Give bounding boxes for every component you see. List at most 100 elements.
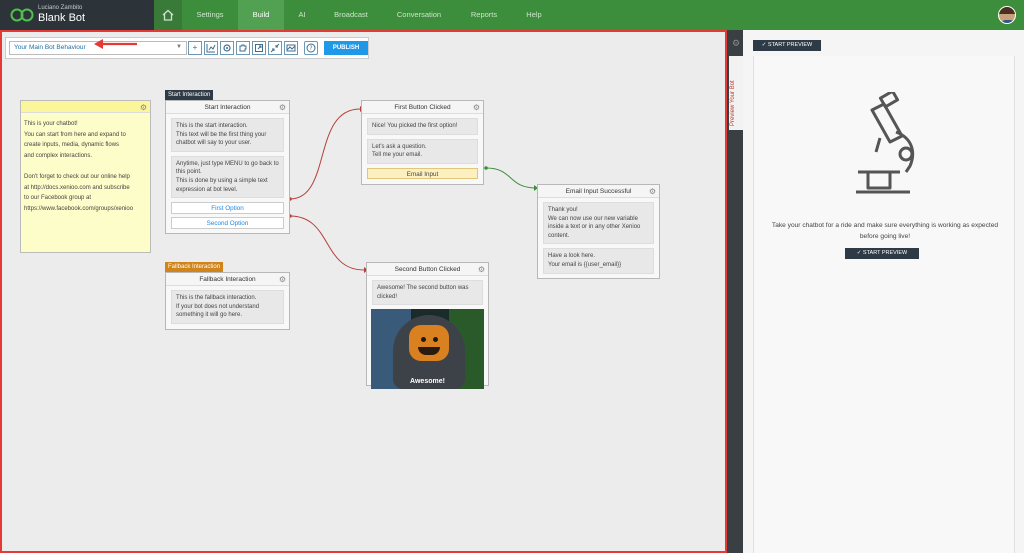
compress-icon (270, 43, 280, 53)
link-email-input (485, 167, 538, 189)
link-first-option (289, 108, 361, 200)
text-message[interactable]: Awesome! The second button was clicked! (372, 280, 483, 306)
preview-area: Take your chatbot for a ride and make su… (753, 56, 1015, 553)
avatar-shirt (1000, 20, 1015, 23)
nav-build[interactable]: Build (238, 0, 284, 30)
card-title: Second Button Clicked (394, 266, 461, 273)
fallback-interaction-card[interactable]: Fallback Interaction ⚙ This is the fallb… (165, 272, 290, 330)
card-header: Fallback Interaction ⚙ (166, 273, 289, 286)
top-nav: Luciano Zambito Blank Bot Settings Build… (0, 0, 1024, 30)
note-line-6: Don't forget to check out our online hel… (24, 173, 130, 180)
text-message[interactable]: This is the start interaction. This text… (171, 118, 284, 152)
gear-icon[interactable]: ⚙ (473, 101, 480, 114)
start-preview-label: START PREVIEW (767, 42, 813, 48)
build-toolbar: Your Main Bot Behaviour ▼ + ? PUBLISH (5, 37, 369, 59)
brand[interactable]: Luciano Zambito Blank Bot (0, 0, 154, 30)
start-preview-button[interactable]: ✓ START PREVIEW (845, 248, 919, 259)
svg-text:?: ? (309, 45, 312, 52)
start-interaction-card[interactable]: Start Interaction ⚙ This is the start in… (165, 100, 290, 235)
first-button-clicked-card[interactable]: First Button Clicked ⚙ Nice! You picked … (361, 100, 484, 185)
chart-button[interactable] (204, 41, 218, 55)
preview-tab-label: Preview Your Bot (730, 80, 736, 126)
preview-your-bot-tab[interactable]: Preview Your Bot (729, 56, 743, 130)
chevron-down-icon: ▼ (176, 44, 182, 50)
card-title: Email Input Successful (565, 188, 632, 195)
gear-icon[interactable]: ⚙ (279, 273, 286, 286)
plus-icon: + (192, 43, 198, 52)
nav-home-button[interactable] (154, 0, 182, 30)
nav-help[interactable]: Help (512, 0, 556, 30)
behaviour-select-value: Your Main Bot Behaviour (14, 44, 86, 51)
settings-button[interactable] (220, 41, 234, 55)
plugins-button[interactable] (236, 41, 250, 55)
text-message[interactable]: Thank you! We can now use our new variab… (543, 202, 654, 245)
note-line-3: create inputs, media, dynamic flows (24, 142, 120, 149)
nav-broadcast[interactable]: Broadcast (320, 0, 382, 30)
text-message[interactable]: Have a look here. Your email is {{user_e… (543, 248, 654, 274)
help-icon: ? (306, 43, 316, 53)
user-avatar[interactable] (998, 6, 1016, 24)
welcome-note[interactable]: ⚙ This is your chatbot! You can start fr… (20, 100, 151, 253)
gear-icon (223, 44, 231, 52)
nav-settings[interactable]: Settings (182, 0, 238, 30)
home-icon (162, 9, 174, 21)
first-option-button[interactable]: First Option (171, 202, 284, 215)
gear-icon[interactable]: ⚙ (279, 101, 286, 114)
text-message[interactable]: Nice! You picked the first option! (367, 118, 478, 135)
publish-button[interactable]: PUBLISH (324, 41, 368, 55)
start-interaction-tag: Start Interaction (165, 90, 214, 100)
gif-caption: Awesome! (410, 378, 445, 386)
fallback-interaction-tag: Fallback Interaction (165, 262, 224, 272)
note-line-5 (24, 161, 147, 172)
note-line-2: You can start from here and expand to (24, 131, 126, 138)
avatar-hair (999, 7, 1015, 14)
nav-reports[interactable]: Reports (456, 0, 512, 30)
email-input-successful-card[interactable]: Email Input Successful ⚙ Thank you! We c… (537, 184, 660, 279)
note-line-7: at http://docs.xenioo.com and subscribe (24, 184, 130, 191)
export-icon (255, 44, 263, 52)
gear-icon[interactable]: ⚙ (649, 185, 656, 198)
card-header: Email Input Successful ⚙ (538, 185, 659, 198)
image-button[interactable] (284, 41, 298, 55)
nav-conversation[interactable]: Conversation (382, 0, 456, 30)
text-message[interactable]: This is the fallback interaction. If you… (171, 290, 284, 324)
puzzle-icon (239, 44, 247, 52)
xenioo-logo-icon (10, 8, 34, 22)
awesome-gif-image[interactable]: Awesome! (371, 309, 484, 390)
gif-face (409, 325, 449, 362)
brand-bot-name: Blank Bot (38, 12, 86, 24)
card-title: First Button Clicked (394, 104, 451, 111)
second-option-button[interactable]: Second Option (171, 217, 284, 230)
nav-ai[interactable]: AI (284, 0, 320, 30)
card-title: Start Interaction (204, 104, 251, 111)
card-header: Start Interaction ⚙ (166, 101, 289, 114)
preview-panel: ✓ START PREVIEW Take your chatbot for a … (743, 30, 1024, 553)
email-input-block[interactable]: Email Input (367, 167, 478, 179)
behaviour-select[interactable]: Your Main Bot Behaviour ▼ (9, 41, 187, 55)
gear-icon[interactable]: ⚙ (478, 263, 485, 276)
gear-icon[interactable]: ⚙ (729, 38, 743, 54)
help-button[interactable]: ? (304, 41, 318, 55)
card-header: Second Button Clicked ⚙ (367, 263, 488, 276)
link-second-option (289, 215, 365, 271)
text-message[interactable]: Anytime, just type MENU to go back to th… (171, 155, 284, 199)
note-line-8: to our Facebook group at (24, 195, 92, 202)
gear-icon[interactable]: ⚙ (140, 103, 147, 112)
build-canvas[interactable]: Your Main Bot Behaviour ▼ + ? PUBLISH ⚙ … (0, 30, 727, 553)
card-header: First Button Clicked ⚙ (362, 101, 483, 114)
microscope-icon (856, 92, 915, 194)
card-title: Fallback Interaction (199, 276, 256, 283)
note-header: ⚙ (21, 101, 150, 113)
preview-message: Take your chatbot for a ride and make su… (771, 222, 999, 240)
text-message[interactable]: Let's ask a question. Tell me your email… (367, 138, 478, 164)
note-line-9: https://www.facebook.com/groups/xenioo (24, 205, 134, 212)
second-button-clicked-card[interactable]: Second Button Clicked ⚙ Awesome! The sec… (366, 262, 489, 390)
export-button[interactable] (252, 41, 266, 55)
start-preview-button-top[interactable]: ✓ START PREVIEW (753, 40, 821, 51)
image-icon (286, 44, 296, 52)
compress-button[interactable] (268, 41, 282, 55)
chart-icon (206, 44, 216, 53)
brand-user-name: Luciano Zambito (38, 5, 83, 11)
note-body: This is your chatbot! You can start from… (21, 113, 150, 220)
add-interaction-button[interactable]: + (188, 41, 202, 55)
